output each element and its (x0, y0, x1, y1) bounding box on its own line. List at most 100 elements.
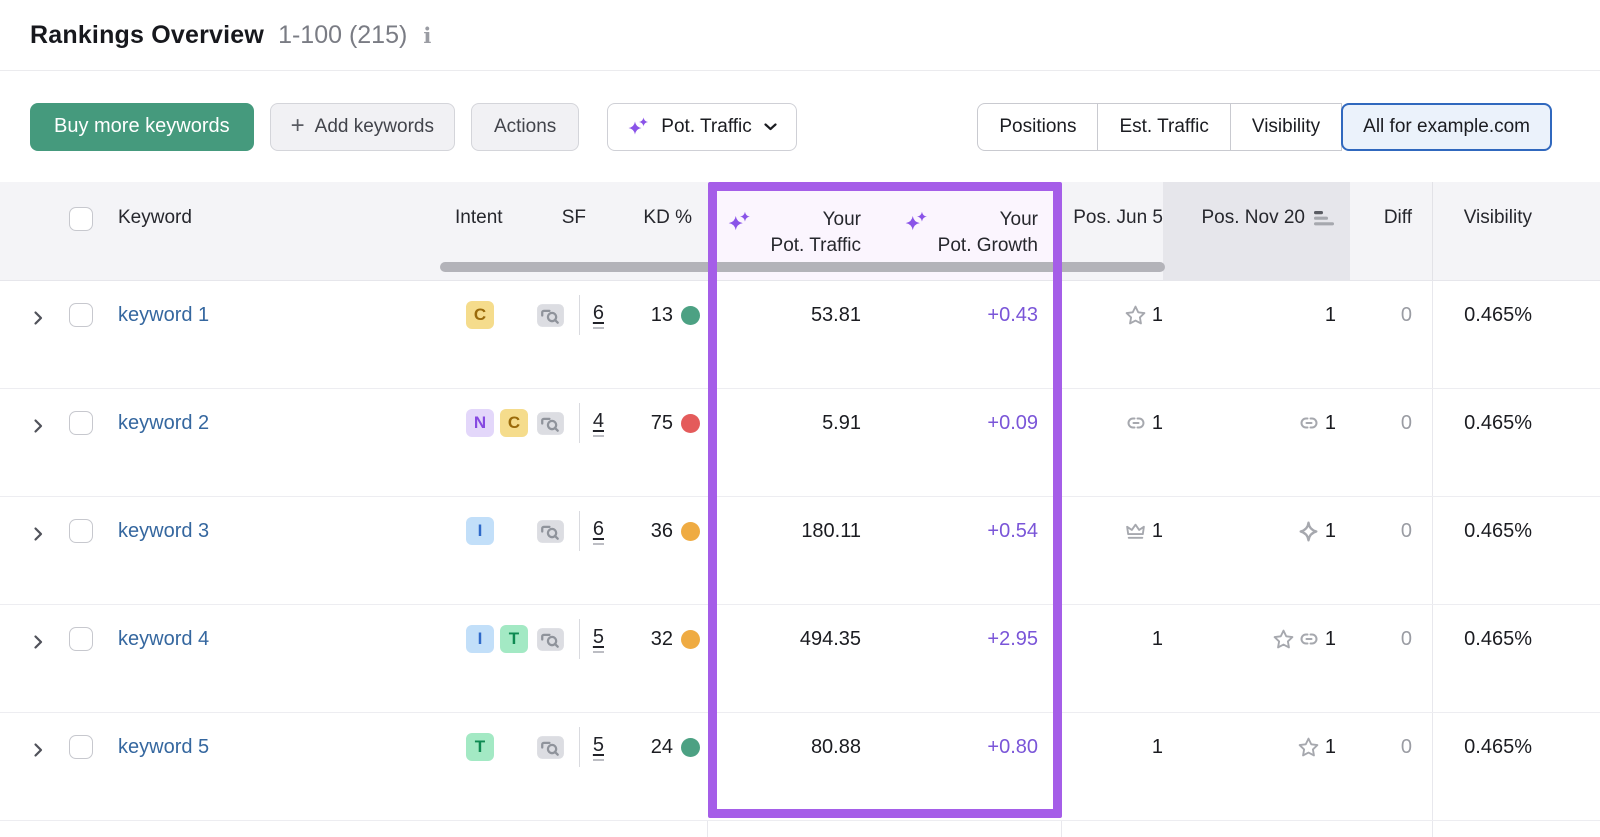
table-row: keyword 4IT532494.35+2.951100.465% (0, 605, 1600, 713)
intent-badge-t: T (466, 733, 494, 761)
serp-features-icon[interactable] (535, 626, 566, 653)
info-icon[interactable]: i (421, 23, 431, 48)
add-keywords-button[interactable]: + Add keywords (270, 103, 455, 151)
select-all-checkbox[interactable] (69, 207, 93, 231)
table-row: keyword 3I636180.11+0.541100.465% (0, 497, 1600, 605)
view-tab-visibility[interactable]: Visibility (1230, 103, 1342, 151)
select-all-cell (62, 182, 118, 280)
keyword-link[interactable]: keyword 5 (118, 736, 209, 759)
row-checkbox[interactable] (69, 735, 93, 759)
diff-value: 0 (1401, 409, 1412, 437)
position-value: 1 (1325, 628, 1336, 651)
serp-icon (535, 518, 566, 545)
sf-count[interactable]: 6 (593, 302, 604, 329)
keyword-link[interactable]: keyword 3 (118, 520, 209, 543)
keyword-link[interactable]: keyword 1 (118, 304, 209, 327)
pos-jun-cell: 1 (1152, 733, 1163, 761)
column-header-visibility[interactable]: Visibility (1432, 182, 1600, 280)
expand-row-icon[interactable] (30, 304, 46, 332)
link-icon (1298, 412, 1320, 434)
serp-features-icon[interactable] (535, 410, 566, 437)
intent-badge-i: I (466, 517, 494, 545)
diff-value: 0 (1401, 517, 1412, 545)
position-value: 1 (1325, 520, 1336, 543)
serp-icon (535, 626, 566, 653)
link-icon (1298, 628, 1320, 650)
view-tab-all-for-example-com[interactable]: All for example.com (1341, 103, 1552, 151)
metric-dropdown[interactable]: Pot. Traffic (607, 103, 796, 151)
horizontal-scrollbar[interactable] (440, 262, 1165, 272)
kd-difficulty-dot (681, 306, 700, 325)
row-checkbox[interactable] (69, 519, 93, 543)
expand-row-icon[interactable] (30, 736, 46, 764)
row-checkbox[interactable] (69, 627, 93, 651)
serp-features-icon[interactable] (535, 518, 566, 545)
position-value: 1 (1152, 628, 1163, 651)
table-row: keyword 1C61353.81+0.431100.465% (0, 281, 1600, 389)
serp-icon (535, 302, 566, 329)
kd-value: 36 (651, 520, 673, 543)
visibility-value: 0.465% (1464, 409, 1532, 437)
column-divider (1061, 821, 1062, 837)
crown-icon (1124, 520, 1147, 543)
chevron-down-icon (763, 122, 778, 132)
pot-traffic-value: 80.88 (811, 733, 861, 761)
visibility-value: 0.465% (1464, 733, 1532, 761)
kd-difficulty-dot (681, 630, 700, 649)
expand-row-icon[interactable] (30, 520, 46, 548)
chevron-right-icon (30, 634, 46, 650)
visibility-value: 0.465% (1464, 517, 1532, 545)
sf-count[interactable]: 6 (593, 518, 604, 545)
serp-features-icon[interactable] (535, 302, 566, 329)
intent-badge-n: N (466, 409, 494, 437)
row-checkbox[interactable] (69, 303, 93, 327)
divider (579, 727, 580, 767)
table-row: keyword 2NC4755.91+0.091100.465% (0, 389, 1600, 497)
expand-row-icon[interactable] (30, 412, 46, 440)
pot-traffic-value: 494.35 (800, 625, 861, 653)
table-row: keyword 5T52480.88+0.801100.465% (0, 713, 1600, 821)
view-tab-positions[interactable]: Positions (977, 103, 1098, 151)
chevron-right-icon (30, 310, 46, 326)
kd-value: 24 (651, 736, 673, 759)
kd-difficulty-dot (681, 522, 700, 541)
table-bottom-strip (0, 821, 1600, 837)
row-checkbox[interactable] (69, 411, 93, 435)
sf-count[interactable]: 5 (593, 626, 604, 653)
column-header-pos-nov-20[interactable]: Pos. Nov 20 (1163, 182, 1350, 280)
pot-traffic-value: 180.11 (801, 517, 861, 545)
star-icon (1272, 628, 1295, 651)
expand-row-icon[interactable] (30, 628, 46, 656)
view-tab-est-traffic[interactable]: Est. Traffic (1097, 103, 1230, 151)
keyword-link[interactable]: keyword 2 (118, 412, 209, 435)
chevron-right-icon (30, 418, 46, 434)
serp-features-icon[interactable] (535, 734, 566, 761)
column-divider (1432, 821, 1433, 837)
pos-jun-cell: 1 (1124, 301, 1163, 329)
column-divider (707, 821, 708, 837)
intent-badge-c: C (466, 301, 494, 329)
pot-traffic-value: 53.81 (811, 301, 861, 329)
position-value: 1 (1152, 304, 1163, 327)
position-value: 1 (1325, 304, 1336, 327)
actions-button[interactable]: Actions (471, 103, 579, 151)
column-header-keyword[interactable]: Keyword (118, 182, 418, 280)
results-range: 1-100 (215) (278, 21, 407, 50)
kd-value: 13 (651, 304, 673, 327)
buy-more-keywords-button[interactable]: Buy more keywords (30, 103, 254, 151)
ai-sparkle-icon (903, 209, 929, 235)
sf-count[interactable]: 4 (593, 410, 604, 437)
kd-difficulty-dot (681, 738, 700, 757)
panel-header: Rankings Overview 1-100 (215) i (0, 0, 1600, 71)
column-header-diff[interactable]: Diff (1350, 182, 1432, 280)
divider (579, 511, 580, 551)
position-value: 1 (1152, 520, 1163, 543)
sf-count[interactable]: 5 (593, 734, 604, 761)
position-value: 1 (1325, 412, 1336, 435)
divider (579, 295, 580, 335)
sort-descending-icon (1314, 210, 1336, 227)
keyword-link[interactable]: keyword 4 (118, 628, 209, 651)
kd-value: 75 (651, 412, 673, 435)
page-title: Rankings Overview (30, 21, 264, 50)
pos-jun-cell: 1 (1124, 517, 1163, 545)
